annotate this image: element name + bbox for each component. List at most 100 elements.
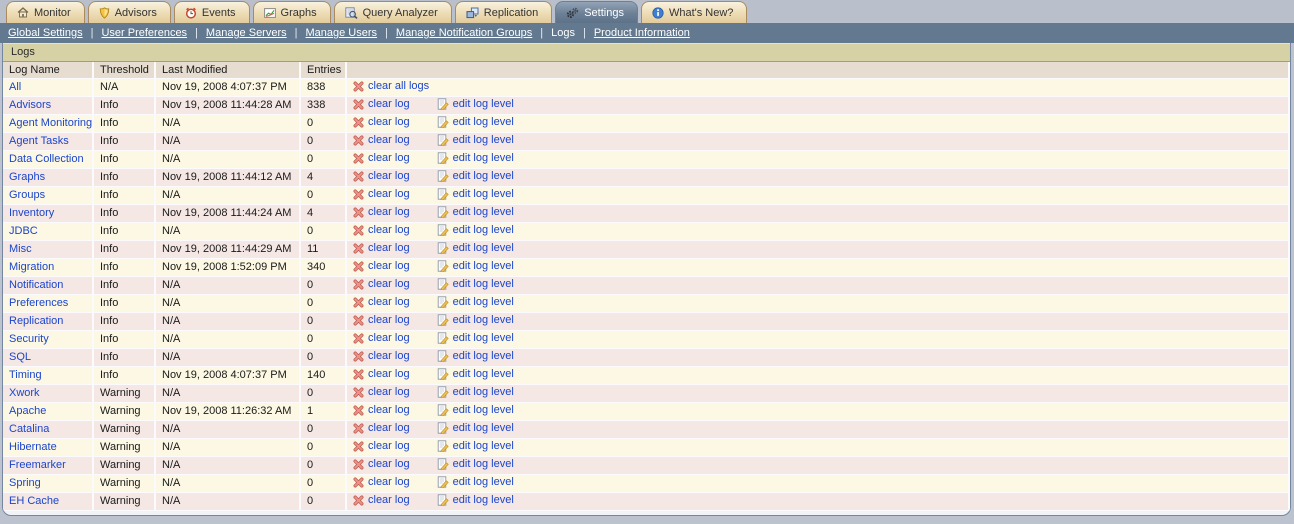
clear-log-action[interactable]: clear log — [353, 440, 410, 452]
edit-log-level-action[interactable]: edit log level — [437, 260, 514, 272]
tab-graphs[interactable]: Graphs — [253, 1, 331, 23]
clear-log-action[interactable]: clear log — [353, 170, 410, 182]
edit-log-level-action[interactable]: edit log level — [437, 206, 514, 218]
clear-log-link[interactable]: clear log — [368, 458, 410, 470]
clear-log-link[interactable]: clear log — [368, 404, 410, 416]
clear-log-action[interactable]: clear log — [353, 206, 410, 218]
clear-log-action[interactable]: clear log — [353, 188, 410, 200]
edit-log-level-action[interactable]: edit log level — [437, 440, 514, 452]
edit-log-level-action[interactable]: edit log level — [437, 404, 514, 416]
edit-log-level-link[interactable]: edit log level — [453, 494, 514, 506]
edit-log-level-action[interactable]: edit log level — [437, 278, 514, 290]
tab-query-analyzer[interactable]: Query Analyzer — [334, 1, 452, 23]
log-name-link[interactable]: Migration — [9, 261, 54, 273]
clear-log-action[interactable]: clear log — [353, 134, 410, 146]
clear-log-action[interactable]: clear all logs — [353, 80, 429, 92]
tab-whats-new[interactable]: What's New? — [641, 1, 747, 23]
clear-log-link[interactable]: clear log — [368, 494, 410, 506]
clear-log-action[interactable]: clear log — [353, 332, 410, 344]
log-name-link[interactable]: Misc — [9, 243, 32, 255]
edit-log-level-action[interactable]: edit log level — [437, 98, 514, 110]
clear-log-link[interactable]: clear log — [368, 440, 410, 452]
nav-global-settings[interactable]: Global Settings — [8, 27, 83, 39]
clear-log-action[interactable]: clear log — [353, 386, 410, 398]
clear-log-action[interactable]: clear log — [353, 458, 410, 470]
clear-log-link[interactable]: clear log — [368, 332, 410, 344]
edit-log-level-action[interactable]: edit log level — [437, 494, 514, 506]
tab-advisors[interactable]: Advisors — [88, 1, 171, 23]
edit-log-level-action[interactable]: edit log level — [437, 332, 514, 344]
clear-log-action[interactable]: clear log — [353, 242, 410, 254]
edit-log-level-action[interactable]: edit log level — [437, 116, 514, 128]
clear-log-action[interactable]: clear log — [353, 422, 410, 434]
edit-log-level-link[interactable]: edit log level — [453, 260, 514, 272]
clear-log-action[interactable]: clear log — [353, 260, 410, 272]
log-name-link[interactable]: Replication — [9, 315, 63, 327]
edit-log-level-link[interactable]: edit log level — [453, 206, 514, 218]
log-name-link[interactable]: Notification — [9, 279, 63, 291]
edit-log-level-link[interactable]: edit log level — [453, 476, 514, 488]
edit-log-level-action[interactable]: edit log level — [437, 224, 514, 236]
clear-log-action[interactable]: clear log — [353, 224, 410, 236]
edit-log-level-action[interactable]: edit log level — [437, 152, 514, 164]
clear-log-action[interactable]: clear log — [353, 152, 410, 164]
log-name-link[interactable]: Inventory — [9, 207, 54, 219]
nav-manage-users[interactable]: Manage Users — [306, 27, 378, 39]
clear-log-link[interactable]: clear log — [368, 116, 410, 128]
log-name-link[interactable]: Preferences — [9, 297, 68, 309]
edit-log-level-action[interactable]: edit log level — [437, 476, 514, 488]
edit-log-level-link[interactable]: edit log level — [453, 170, 514, 182]
clear-log-link[interactable]: clear log — [368, 314, 410, 326]
edit-log-level-link[interactable]: edit log level — [453, 134, 514, 146]
edit-log-level-action[interactable]: edit log level — [437, 134, 514, 146]
log-name-link[interactable]: JDBC — [9, 225, 38, 237]
clear-log-link[interactable]: clear log — [368, 98, 410, 110]
edit-log-level-link[interactable]: edit log level — [453, 314, 514, 326]
log-name-link[interactable]: All — [9, 81, 21, 93]
log-name-link[interactable]: Graphs — [9, 171, 45, 183]
clear-log-action[interactable]: clear log — [353, 368, 410, 380]
edit-log-level-link[interactable]: edit log level — [453, 116, 514, 128]
edit-log-level-link[interactable]: edit log level — [453, 98, 514, 110]
clear-log-link[interactable]: clear log — [368, 206, 410, 218]
log-name-link[interactable]: Spring — [9, 477, 41, 489]
nav-user-preferences[interactable]: User Preferences — [101, 27, 187, 39]
log-name-link[interactable]: Agent Monitoring — [9, 117, 92, 129]
log-name-link[interactable]: Timing — [9, 369, 42, 381]
clear-log-action[interactable]: clear log — [353, 314, 410, 326]
edit-log-level-link[interactable]: edit log level — [453, 458, 514, 470]
log-name-link[interactable]: Data Collection — [9, 153, 84, 165]
edit-log-level-link[interactable]: edit log level — [453, 188, 514, 200]
log-name-link[interactable]: Catalina — [9, 423, 49, 435]
edit-log-level-link[interactable]: edit log level — [453, 350, 514, 362]
clear-log-action[interactable]: clear log — [353, 404, 410, 416]
edit-log-level-action[interactable]: edit log level — [437, 368, 514, 380]
edit-log-level-action[interactable]: edit log level — [437, 458, 514, 470]
clear-log-link[interactable]: clear all logs — [368, 80, 429, 92]
edit-log-level-action[interactable]: edit log level — [437, 188, 514, 200]
clear-log-link[interactable]: clear log — [368, 224, 410, 236]
log-name-link[interactable]: Security — [9, 333, 49, 345]
log-name-link[interactable]: Advisors — [9, 99, 51, 111]
log-name-link[interactable]: Agent Tasks — [9, 135, 69, 147]
nav-product-information[interactable]: Product Information — [594, 27, 690, 39]
log-name-link[interactable]: Apache — [9, 405, 46, 417]
clear-log-action[interactable]: clear log — [353, 494, 410, 506]
clear-log-link[interactable]: clear log — [368, 386, 410, 398]
clear-log-action[interactable]: clear log — [353, 296, 410, 308]
clear-log-link[interactable]: clear log — [368, 278, 410, 290]
edit-log-level-link[interactable]: edit log level — [453, 386, 514, 398]
clear-log-link[interactable]: clear log — [368, 170, 410, 182]
edit-log-level-action[interactable]: edit log level — [437, 314, 514, 326]
clear-log-action[interactable]: clear log — [353, 116, 410, 128]
edit-log-level-action[interactable]: edit log level — [437, 422, 514, 434]
log-name-link[interactable]: Groups — [9, 189, 45, 201]
clear-log-link[interactable]: clear log — [368, 188, 410, 200]
tab-events[interactable]: Events — [174, 1, 250, 23]
edit-log-level-link[interactable]: edit log level — [453, 368, 514, 380]
tab-monitor[interactable]: Monitor — [6, 1, 85, 23]
edit-log-level-link[interactable]: edit log level — [453, 440, 514, 452]
log-name-link[interactable]: Freemarker — [9, 459, 66, 471]
edit-log-level-action[interactable]: edit log level — [437, 350, 514, 362]
edit-log-level-link[interactable]: edit log level — [453, 332, 514, 344]
